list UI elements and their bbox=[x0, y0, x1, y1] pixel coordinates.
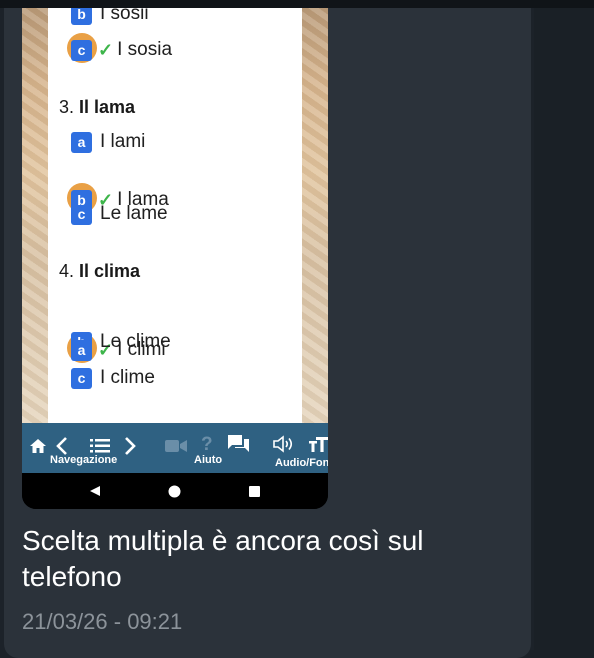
help-icon[interactable]: ? bbox=[201, 435, 213, 455]
chat-icon[interactable] bbox=[227, 434, 250, 454]
right-panel bbox=[534, 8, 594, 650]
android-nav-bar bbox=[22, 473, 328, 509]
option-text: Le clime bbox=[100, 331, 171, 352]
message-text: Scelta multipla è ancora così sul telefo… bbox=[22, 525, 424, 592]
option-3a[interactable]: a I lami bbox=[71, 131, 145, 153]
option-2b[interactable]: b I sosii bbox=[71, 8, 149, 25]
audio-label: Audio/Fon bbox=[275, 457, 328, 469]
option-letter-badge: c bbox=[71, 367, 92, 389]
option-text: I sosia bbox=[117, 39, 173, 60]
option-letter-badge: c bbox=[71, 39, 92, 61]
chevron-left-icon[interactable] bbox=[55, 436, 69, 456]
check-icon: ✓ bbox=[98, 39, 114, 60]
question-4-title: 4. Il clima bbox=[59, 261, 141, 281]
app-toolbar: ? Navegazione Aiuto Audio/Fon bbox=[22, 423, 328, 473]
option-text: I lami bbox=[100, 131, 146, 152]
screenshot-image[interactable]: b I sosii c ✓ I sosia 3. Il lama a I lam… bbox=[22, 8, 328, 509]
list-icon[interactable] bbox=[90, 439, 110, 453]
chevron-right-icon[interactable] bbox=[123, 436, 137, 456]
option-letter-badge: a bbox=[71, 339, 92, 361]
home-icon[interactable] bbox=[29, 437, 47, 455]
back-icon[interactable] bbox=[89, 485, 101, 497]
recents-icon[interactable] bbox=[249, 486, 260, 497]
option-letter-badge: a bbox=[71, 131, 92, 153]
help-label: Aiuto bbox=[194, 454, 223, 466]
home-button-icon[interactable] bbox=[168, 485, 181, 498]
font-size-icon[interactable] bbox=[309, 436, 328, 453]
option-letter-badge: b bbox=[71, 8, 92, 25]
option-2c[interactable]: c ✓ I sosia bbox=[67, 33, 325, 63]
option-text: I clime bbox=[100, 367, 155, 388]
option-letter-badge: b bbox=[71, 189, 92, 211]
option-4c[interactable]: c I clime bbox=[71, 367, 155, 389]
speaker-icon[interactable] bbox=[273, 435, 296, 453]
option-text: Le lame bbox=[100, 203, 168, 224]
nav-label: Navegazione bbox=[50, 454, 118, 466]
video-icon bbox=[165, 440, 187, 452]
message-timestamp: 21/03/26 - 09:21 bbox=[22, 609, 183, 634]
option-text: I sosii bbox=[100, 8, 149, 24]
top-bar bbox=[0, 0, 594, 8]
quiz-page: b I sosii c ✓ I sosia 3. Il lama a I lam… bbox=[48, 8, 302, 423]
question-3-title: 3. Il lama bbox=[59, 97, 136, 117]
